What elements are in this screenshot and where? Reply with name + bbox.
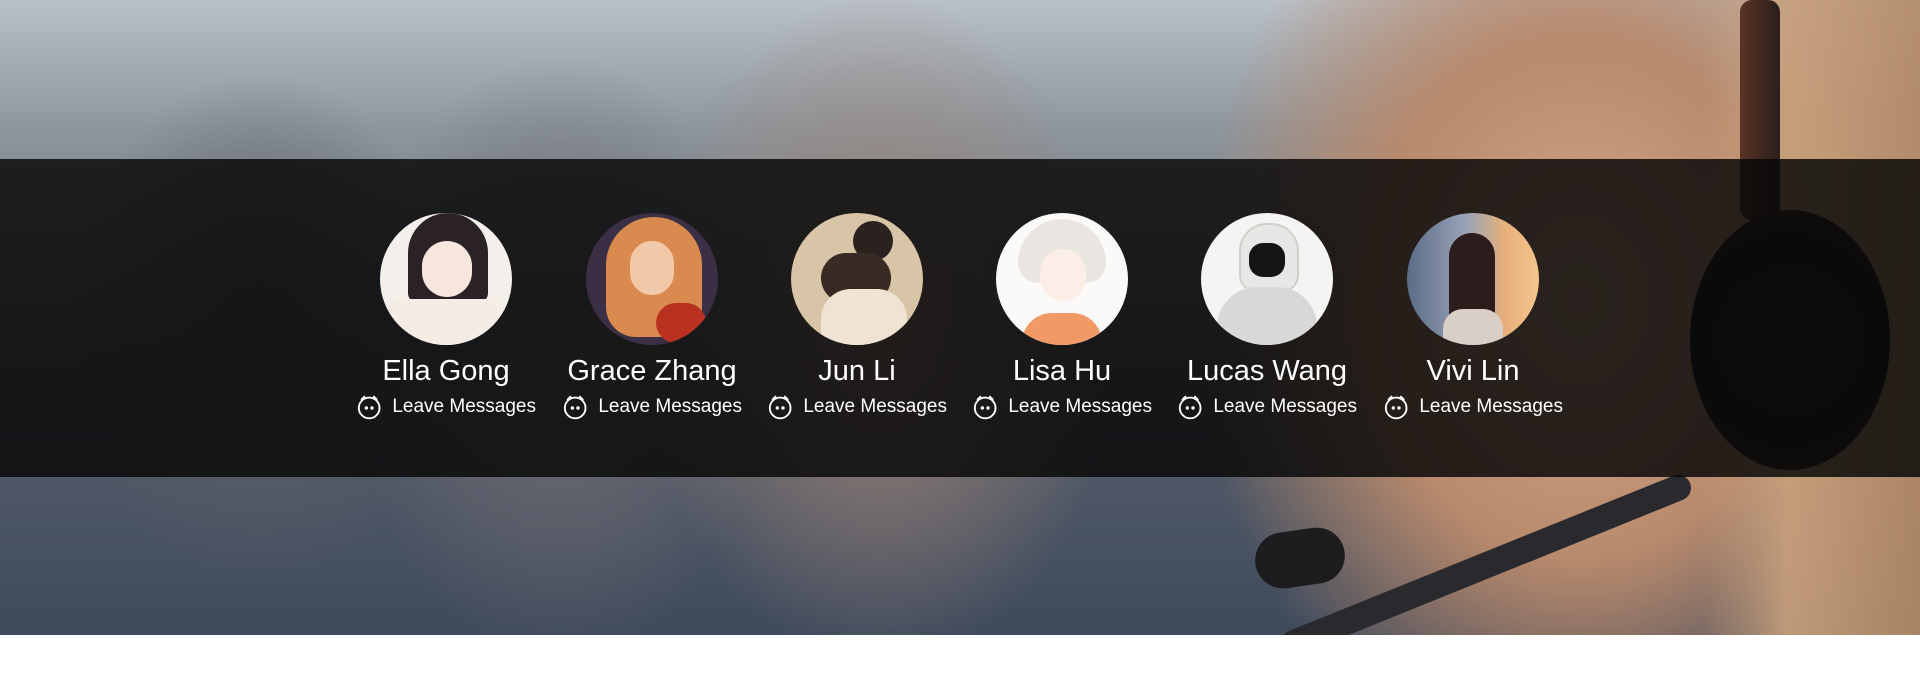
leave-messages-label: Leave Messages xyxy=(1008,396,1152,417)
chat-bubble-icon xyxy=(357,395,381,420)
team-member-card: Grace Zhang Leave Messages xyxy=(562,213,742,421)
avatar[interactable] xyxy=(1201,213,1333,345)
leave-messages-label: Leave Messages xyxy=(803,396,947,417)
avatar[interactable] xyxy=(1407,213,1539,345)
team-member-card: Vivi Lin Leave Messages xyxy=(1383,213,1563,421)
avatar[interactable] xyxy=(380,213,512,345)
member-name: Lucas Wang xyxy=(1186,355,1348,387)
avatar[interactable] xyxy=(996,213,1128,345)
leave-messages-label: Leave Messages xyxy=(392,396,536,417)
leave-messages-link[interactable]: Leave Messages xyxy=(562,393,742,421)
chat-bubble-icon xyxy=(1178,395,1202,420)
leave-messages-link[interactable]: Leave Messages xyxy=(356,393,536,421)
member-name: Jun Li xyxy=(818,355,896,387)
leave-messages-link[interactable]: Leave Messages xyxy=(1177,393,1357,421)
leave-messages-label: Leave Messages xyxy=(598,396,742,417)
avatar[interactable] xyxy=(791,213,923,345)
member-name: Ella Gong xyxy=(382,355,510,387)
member-name: Lisa Hu xyxy=(1012,355,1112,387)
member-name: Vivi Lin xyxy=(1426,355,1520,387)
team-band xyxy=(0,159,1920,477)
chat-bubble-icon xyxy=(563,395,587,420)
team-member-card: Ella Gong Leave Messages xyxy=(356,213,536,421)
avatar[interactable] xyxy=(586,213,718,345)
team-member-card: Lisa Hu Leave Messages xyxy=(972,213,1152,421)
member-name: Grace Zhang xyxy=(567,355,737,387)
team-member-card: Jun Li Leave Messages xyxy=(767,213,947,421)
chat-bubble-icon xyxy=(768,395,792,420)
leave-messages-link[interactable]: Leave Messages xyxy=(972,393,1152,421)
leave-messages-link[interactable]: Leave Messages xyxy=(767,393,947,421)
hero-microphone-tip xyxy=(1251,524,1349,592)
chat-bubble-icon xyxy=(973,395,997,420)
leave-messages-label: Leave Messages xyxy=(1213,396,1357,417)
leave-messages-label: Leave Messages xyxy=(1419,396,1563,417)
leave-messages-link[interactable]: Leave Messages xyxy=(1383,393,1563,421)
team-member-card: Lucas Wang Leave Messages xyxy=(1177,213,1357,421)
chat-bubble-icon xyxy=(1384,395,1408,420)
